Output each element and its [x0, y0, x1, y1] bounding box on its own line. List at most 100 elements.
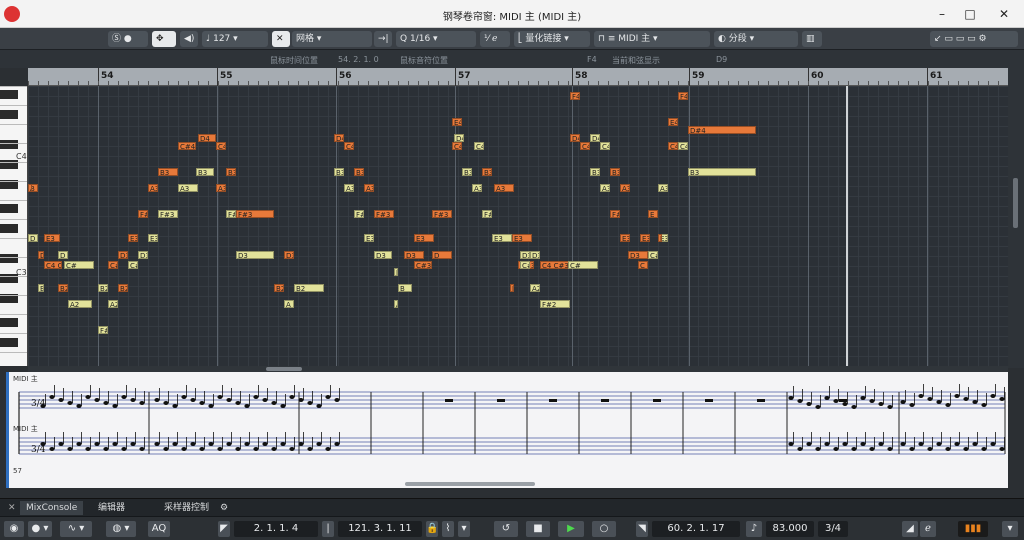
midi-note[interactable]: B3 [590, 168, 600, 176]
position-field[interactable]: 121. 3. 1. 11 [338, 521, 422, 537]
record-button[interactable]: ○ [592, 521, 616, 537]
midi-note[interactable]: C [638, 261, 648, 269]
midi-note[interactable]: D [28, 234, 38, 242]
sync-icon[interactable]: ⌇ [442, 521, 454, 537]
midi-note[interactable]: F# [226, 210, 236, 218]
midi-note[interactable]: B3 [688, 168, 756, 176]
left-locator-field[interactable]: 2. 1. 1. 4 [234, 521, 318, 537]
midi-note[interactable]: D4 [570, 134, 580, 142]
black-key[interactable] [0, 110, 18, 119]
midi-track-select[interactable]: ⊓ ≡ MIDI 主 ▾ [594, 31, 710, 47]
midi-note[interactable]: C4 [344, 142, 354, 150]
quantize-options-icon[interactable]: ⅟ ℯ [480, 31, 510, 47]
midi-note[interactable]: D3 [520, 251, 530, 259]
lock-icon[interactable]: 🔒 [426, 521, 438, 537]
midi-note[interactable]: F#3 [432, 210, 452, 218]
snap-mode-select[interactable]: 网格 ▾ [292, 31, 372, 47]
right-locator-icon[interactable]: ◥ [636, 521, 648, 537]
zone-settings-icon[interactable]: ⚙ [214, 501, 234, 515]
midi-note[interactable]: D [58, 251, 68, 259]
midi-note[interactable]: E3 [44, 234, 60, 242]
snap-jump-icon[interactable]: →| [374, 31, 392, 47]
metronome-mode-icon[interactable]: ◍ ▾ [106, 521, 136, 537]
midi-note[interactable]: B2 [98, 284, 108, 292]
black-key[interactable] [0, 338, 18, 347]
midi-note[interactable]: D4 [198, 134, 216, 142]
midi-note[interactable]: F# [482, 210, 492, 218]
midi-note[interactable]: A3 [600, 184, 610, 192]
midi-note[interactable]: D4 [334, 134, 344, 142]
midi-note[interactable]: B [394, 268, 398, 276]
midi-note[interactable]: E3 [492, 234, 512, 242]
midi-note[interactable]: E3 [414, 234, 434, 242]
piano-icon[interactable]: ▥ [802, 31, 822, 47]
midi-note[interactable]: F# [610, 210, 620, 218]
midi-note[interactable]: B3 [610, 168, 620, 176]
midi-note[interactable]: E3 [128, 234, 138, 242]
midi-note[interactable]: B2 [294, 284, 324, 292]
tap-icon[interactable]: ◢ [902, 521, 918, 537]
velocity-field[interactable]: ♩ 127 ▾ [202, 31, 268, 47]
midi-note[interactable]: B3 [482, 168, 492, 176]
record-mode-icon[interactable]: ● ▾ [28, 521, 52, 537]
midi-note[interactable]: F#3 [236, 210, 274, 218]
midi-note[interactable]: C4 C#3 [44, 261, 62, 269]
midi-note[interactable]: D3 [628, 251, 648, 259]
speaker-icon[interactable]: ◀) [180, 31, 198, 47]
midi-note[interactable]: F4 [570, 92, 580, 100]
midi-note[interactable]: A3 [148, 184, 158, 192]
midi-note[interactable]: C# [108, 261, 118, 269]
minimize-icon[interactable]: – [934, 6, 950, 22]
midi-note[interactable]: E3 [620, 234, 630, 242]
midi-note[interactable]: C4 [668, 142, 678, 150]
score-scroll-thumb[interactable] [405, 482, 535, 486]
midi-note[interactable]: F# [138, 210, 148, 218]
midi-note[interactable]: D3 [530, 251, 540, 259]
midi-note[interactable]: C# [568, 261, 598, 269]
midi-note[interactable]: D#4 [688, 126, 756, 134]
midi-note[interactable]: C4 [678, 142, 688, 150]
midi-note[interactable]: B [398, 284, 412, 292]
midi-note[interactable]: A3 [178, 184, 198, 192]
tempo-field[interactable]: 83.000 [766, 521, 814, 537]
black-key[interactable] [0, 140, 18, 149]
midi-note[interactable]: A3 [658, 184, 668, 192]
midi-note[interactable]: B2 [510, 284, 514, 292]
midi-note[interactable]: B2 [118, 284, 128, 292]
midi-note[interactable]: C4 [474, 142, 484, 150]
midi-note[interactable]: B3 [462, 168, 472, 176]
midi-note[interactable]: E3 [148, 234, 158, 242]
midi-note[interactable]: C4 C#3 [540, 261, 570, 269]
midi-note[interactable]: F#3 [374, 210, 394, 218]
black-key[interactable] [0, 204, 18, 213]
punch-icon[interactable]: | [322, 521, 334, 537]
midi-note[interactable]: D3 [374, 251, 392, 259]
midi-note[interactable]: B3 [158, 168, 178, 176]
midi-note[interactable]: D4 [454, 134, 464, 142]
midi-note[interactable]: E3 [364, 234, 374, 242]
midi-note[interactable]: A2 [68, 300, 92, 308]
midi-note[interactable]: F# [354, 210, 364, 218]
midi-note[interactable]: A [284, 300, 294, 308]
midi-note[interactable]: C#3 [414, 261, 432, 269]
black-key[interactable] [0, 90, 18, 99]
midi-note[interactable]: A3 [620, 184, 630, 192]
vertical-scroll-thumb[interactable] [1013, 178, 1018, 228]
midi-note[interactable]: D3 [138, 251, 148, 259]
midi-note[interactable]: B3 [196, 168, 214, 176]
midi-note[interactable]: C4 [600, 142, 610, 150]
right-locator-field[interactable]: 60. 2. 1. 17 [652, 521, 740, 537]
midi-note[interactable]: A3 [344, 184, 354, 192]
midi-note[interactable]: A3 [28, 184, 32, 192]
midi-note[interactable]: A3 [216, 184, 226, 192]
midi-note[interactable]: C4 [452, 142, 462, 150]
midi-note[interactable]: C#3 [520, 261, 530, 269]
midi-note[interactable]: D3 [236, 251, 274, 259]
midi-note[interactable]: B3 [334, 168, 344, 176]
midi-note[interactable]: C# [64, 261, 94, 269]
solo-record-buttons[interactable]: Ⓢ ● [108, 31, 148, 47]
midi-note[interactable]: A2 A2 [394, 300, 398, 308]
midi-note[interactable]: B3 [354, 168, 364, 176]
tab-editor[interactable]: 编辑器 [92, 501, 131, 515]
midi-note[interactable]: C#3 [648, 251, 658, 259]
